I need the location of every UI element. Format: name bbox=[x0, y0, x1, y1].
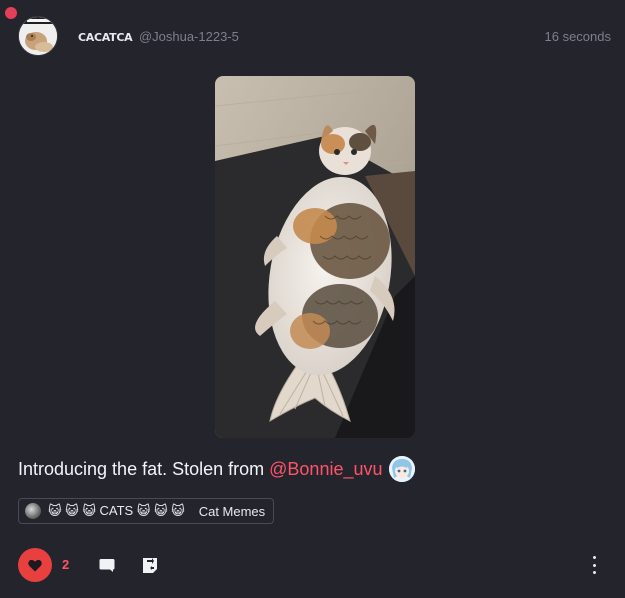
author-display-name[interactable]: CACatCA bbox=[78, 31, 133, 44]
mention-avatar[interactable] bbox=[388, 456, 415, 482]
cat-avatar-icon bbox=[19, 17, 57, 55]
unread-indicator bbox=[5, 7, 17, 19]
author-avatar[interactable] bbox=[18, 16, 58, 56]
post-caption: Introducing the fat. Stolen from @Bonnie… bbox=[18, 456, 415, 482]
like-button[interactable] bbox=[18, 548, 52, 582]
comment-button[interactable] bbox=[98, 556, 116, 574]
author-info: CACatCA @Joshua-1223-5 bbox=[78, 28, 239, 47]
post-image[interactable] bbox=[215, 76, 415, 438]
mention-link[interactable]: @Bonnie_uvu bbox=[269, 457, 382, 481]
community-name: 😺 😺 😺 CATS 😺 😺 😺 bbox=[48, 503, 185, 518]
post-card: CACatCA @Joshua-1223-5 16 seconds bbox=[0, 0, 625, 598]
more-vertical-icon[interactable] bbox=[586, 556, 602, 574]
community-chip[interactable]: 😺 😺 😺 CATS 😺 😺 😺 Cat Memes bbox=[18, 498, 275, 524]
share-icon bbox=[143, 558, 157, 573]
community-tag: Cat Memes bbox=[198, 503, 266, 519]
community-avatar-icon bbox=[25, 503, 41, 519]
like-count: 2 bbox=[62, 557, 70, 572]
share-button[interactable] bbox=[141, 556, 159, 574]
comment-icon bbox=[99, 559, 115, 572]
anime-avatar-icon bbox=[388, 456, 415, 482]
heart-icon bbox=[28, 559, 42, 571]
author-handle[interactable]: @Joshua-1223-5 bbox=[139, 29, 239, 44]
post-timestamp: 16 seconds bbox=[544, 29, 612, 44]
post-actions: 2 bbox=[18, 548, 613, 582]
caption-text: Introducing the fat. Stolen from bbox=[18, 459, 265, 479]
